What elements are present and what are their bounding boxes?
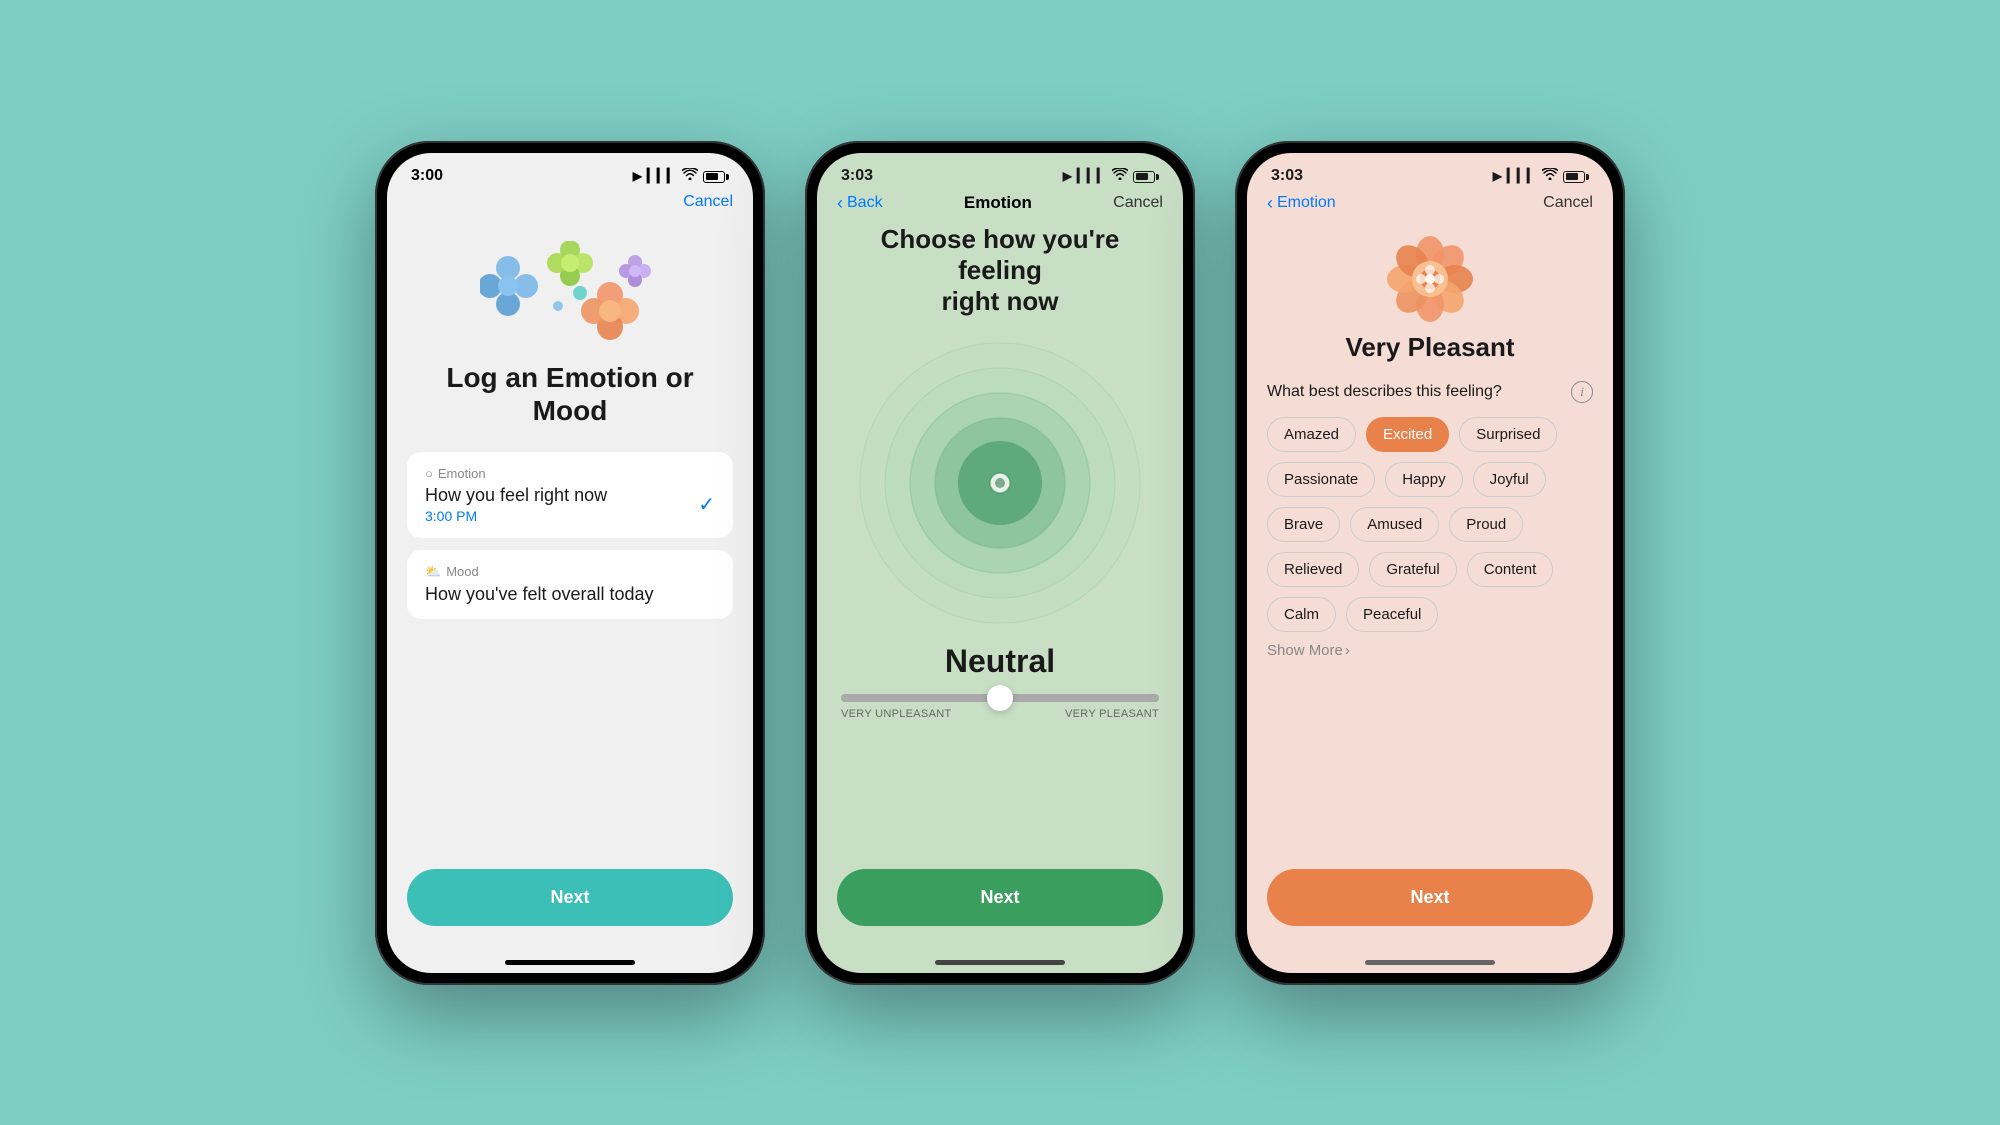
neutral-label: Neutral — [945, 643, 1055, 680]
emotion-option-card[interactable]: ○ Emotion How you feel right now 3:00 PM… — [407, 452, 733, 538]
location-icon-3: ▶ — [1493, 169, 1502, 183]
wifi-icon-1 — [682, 168, 698, 183]
phone2-heading: Choose how you're feelingright now — [837, 224, 1163, 318]
phone-2: 3:03 ▶ ▎▎▎ — [805, 141, 1195, 985]
chevron-left-icon-3: ‹ — [1267, 193, 1273, 214]
wifi-icon-3 — [1542, 168, 1558, 183]
status-icons-1: ▶ ▎▎▎ — [633, 168, 729, 184]
phone3-content: Very Pleasant What best describes this f… — [1247, 224, 1613, 869]
wheel-svg — [850, 333, 1150, 633]
cancel-button-1[interactable]: Cancel — [683, 193, 733, 211]
phone-1: 3:00 ▶ ▎▎▎ — [375, 141, 765, 985]
next-button-3[interactable]: Next — [1267, 869, 1593, 926]
slider-left-label: VERY UNPLEASANT — [841, 708, 951, 720]
flowers-illustration — [480, 241, 660, 351]
next-button-2[interactable]: Next — [837, 869, 1163, 926]
emotion-chip-grateful[interactable]: Grateful — [1369, 552, 1456, 587]
status-icons-3: ▶ ▎▎▎ — [1493, 168, 1589, 184]
mood-option-card[interactable]: ⛅ Mood How you've felt overall today — [407, 550, 733, 619]
home-indicator-2 — [935, 960, 1065, 965]
status-bar-3: 3:03 ▶ ▎▎▎ — [1247, 153, 1613, 189]
emotion-chip-calm[interactable]: Calm — [1267, 597, 1336, 632]
emotion-label: Emotion — [438, 466, 486, 481]
emotion-wheel[interactable] — [850, 333, 1150, 633]
nav-bar-2: ‹ Back Emotion Cancel — [817, 189, 1183, 224]
emotion-chip-content[interactable]: Content — [1467, 552, 1554, 587]
emotion-chip-peaceful[interactable]: Peaceful — [1346, 597, 1438, 632]
emotion-description: How you feel right now — [425, 485, 607, 506]
home-indicator-3 — [1365, 960, 1495, 965]
cancel-button-3[interactable]: Cancel — [1543, 194, 1593, 212]
mood-description: How you've felt overall today — [425, 584, 715, 605]
mood-icon: ⛅ — [425, 564, 441, 580]
slider-track — [841, 694, 1159, 702]
emotion-chip-surprised[interactable]: Surprised — [1459, 417, 1557, 452]
next-button-1[interactable]: Next — [407, 869, 733, 926]
battery-icon-2 — [1133, 168, 1159, 183]
nav-title-2: Emotion — [964, 193, 1032, 213]
very-pleasant-title: Very Pleasant — [1345, 332, 1514, 363]
emotion-time: 3:00 PM — [425, 508, 607, 524]
describes-question: What best describes this feeling? — [1267, 383, 1502, 401]
nav-bar-3: ‹ Emotion Cancel — [1247, 189, 1613, 224]
location-icon-1: ▶ — [633, 169, 642, 183]
phone-3: 3:03 ▶ ▎▎▎ — [1235, 141, 1625, 985]
slider-thumb[interactable] — [987, 685, 1013, 711]
location-icon-2: ▶ — [1063, 169, 1072, 183]
status-time-2: 3:03 — [841, 167, 873, 185]
phone2-content: Choose how you're feelingright now — [817, 224, 1183, 869]
emotion-chip-excited[interactable]: Excited — [1366, 417, 1449, 452]
flowers-svg — [480, 241, 660, 351]
status-bar-2: 3:03 ▶ ▎▎▎ — [817, 153, 1183, 189]
emotion-chips: Amazed Excited Surprised Passionate Happy Joy… — [1267, 417, 1593, 632]
home-indicator-1 — [505, 960, 635, 965]
nav-bar-1: Cancel — [387, 189, 753, 221]
page-title-1: Log an Emotion or Mood — [407, 361, 733, 428]
emotion-chip-amused[interactable]: Amused — [1350, 507, 1439, 542]
mood-slider[interactable]: VERY UNPLEASANT VERY PLEASANT — [837, 694, 1163, 720]
slider-right-label: VERY PLEASANT — [1065, 708, 1159, 720]
chevron-right-icon: › — [1345, 642, 1350, 659]
signal-icon-1: ▎▎▎ — [647, 168, 677, 184]
very-pleasant-flower — [1385, 234, 1475, 324]
checkmark-icon: ✓ — [698, 492, 715, 517]
emotion-chip-joyful[interactable]: Joyful — [1473, 462, 1546, 497]
back-button-2[interactable]: ‹ Back — [837, 193, 883, 214]
emotion-chip-proud[interactable]: Proud — [1449, 507, 1523, 542]
emotion-chip-passionate[interactable]: Passionate — [1267, 462, 1375, 497]
info-icon[interactable]: i — [1571, 381, 1593, 403]
emotion-chip-relieved[interactable]: Relieved — [1267, 552, 1359, 587]
chevron-left-icon-2: ‹ — [837, 193, 843, 214]
show-more-button[interactable]: Show More › — [1267, 642, 1350, 659]
signal-icon-2: ▎▎▎ — [1077, 168, 1107, 184]
wifi-icon-2 — [1112, 168, 1128, 183]
emotion-chip-brave[interactable]: Brave — [1267, 507, 1340, 542]
status-time-1: 3:00 — [411, 167, 443, 185]
emotion-chip-amazed[interactable]: Amazed — [1267, 417, 1356, 452]
phone1-content: Log an Emotion or Mood ○ Emotion How you… — [387, 221, 753, 869]
emotion-chip-happy[interactable]: Happy — [1385, 462, 1462, 497]
signal-icon-3: ▎▎▎ — [1507, 168, 1537, 184]
mood-label: Mood — [446, 564, 479, 579]
status-bar-1: 3:00 ▶ ▎▎▎ — [387, 153, 753, 189]
status-icons-2: ▶ ▎▎▎ — [1063, 168, 1159, 184]
cancel-button-2[interactable]: Cancel — [1113, 194, 1163, 212]
status-time-3: 3:03 — [1271, 167, 1303, 185]
describes-row: What best describes this feeling? i — [1267, 381, 1593, 403]
back-button-3[interactable]: ‹ Emotion — [1267, 193, 1336, 214]
battery-icon-3 — [1563, 168, 1589, 183]
emotion-icon: ○ — [425, 466, 433, 481]
battery-icon-1 — [703, 168, 729, 183]
flower-icon-svg — [1385, 234, 1475, 324]
